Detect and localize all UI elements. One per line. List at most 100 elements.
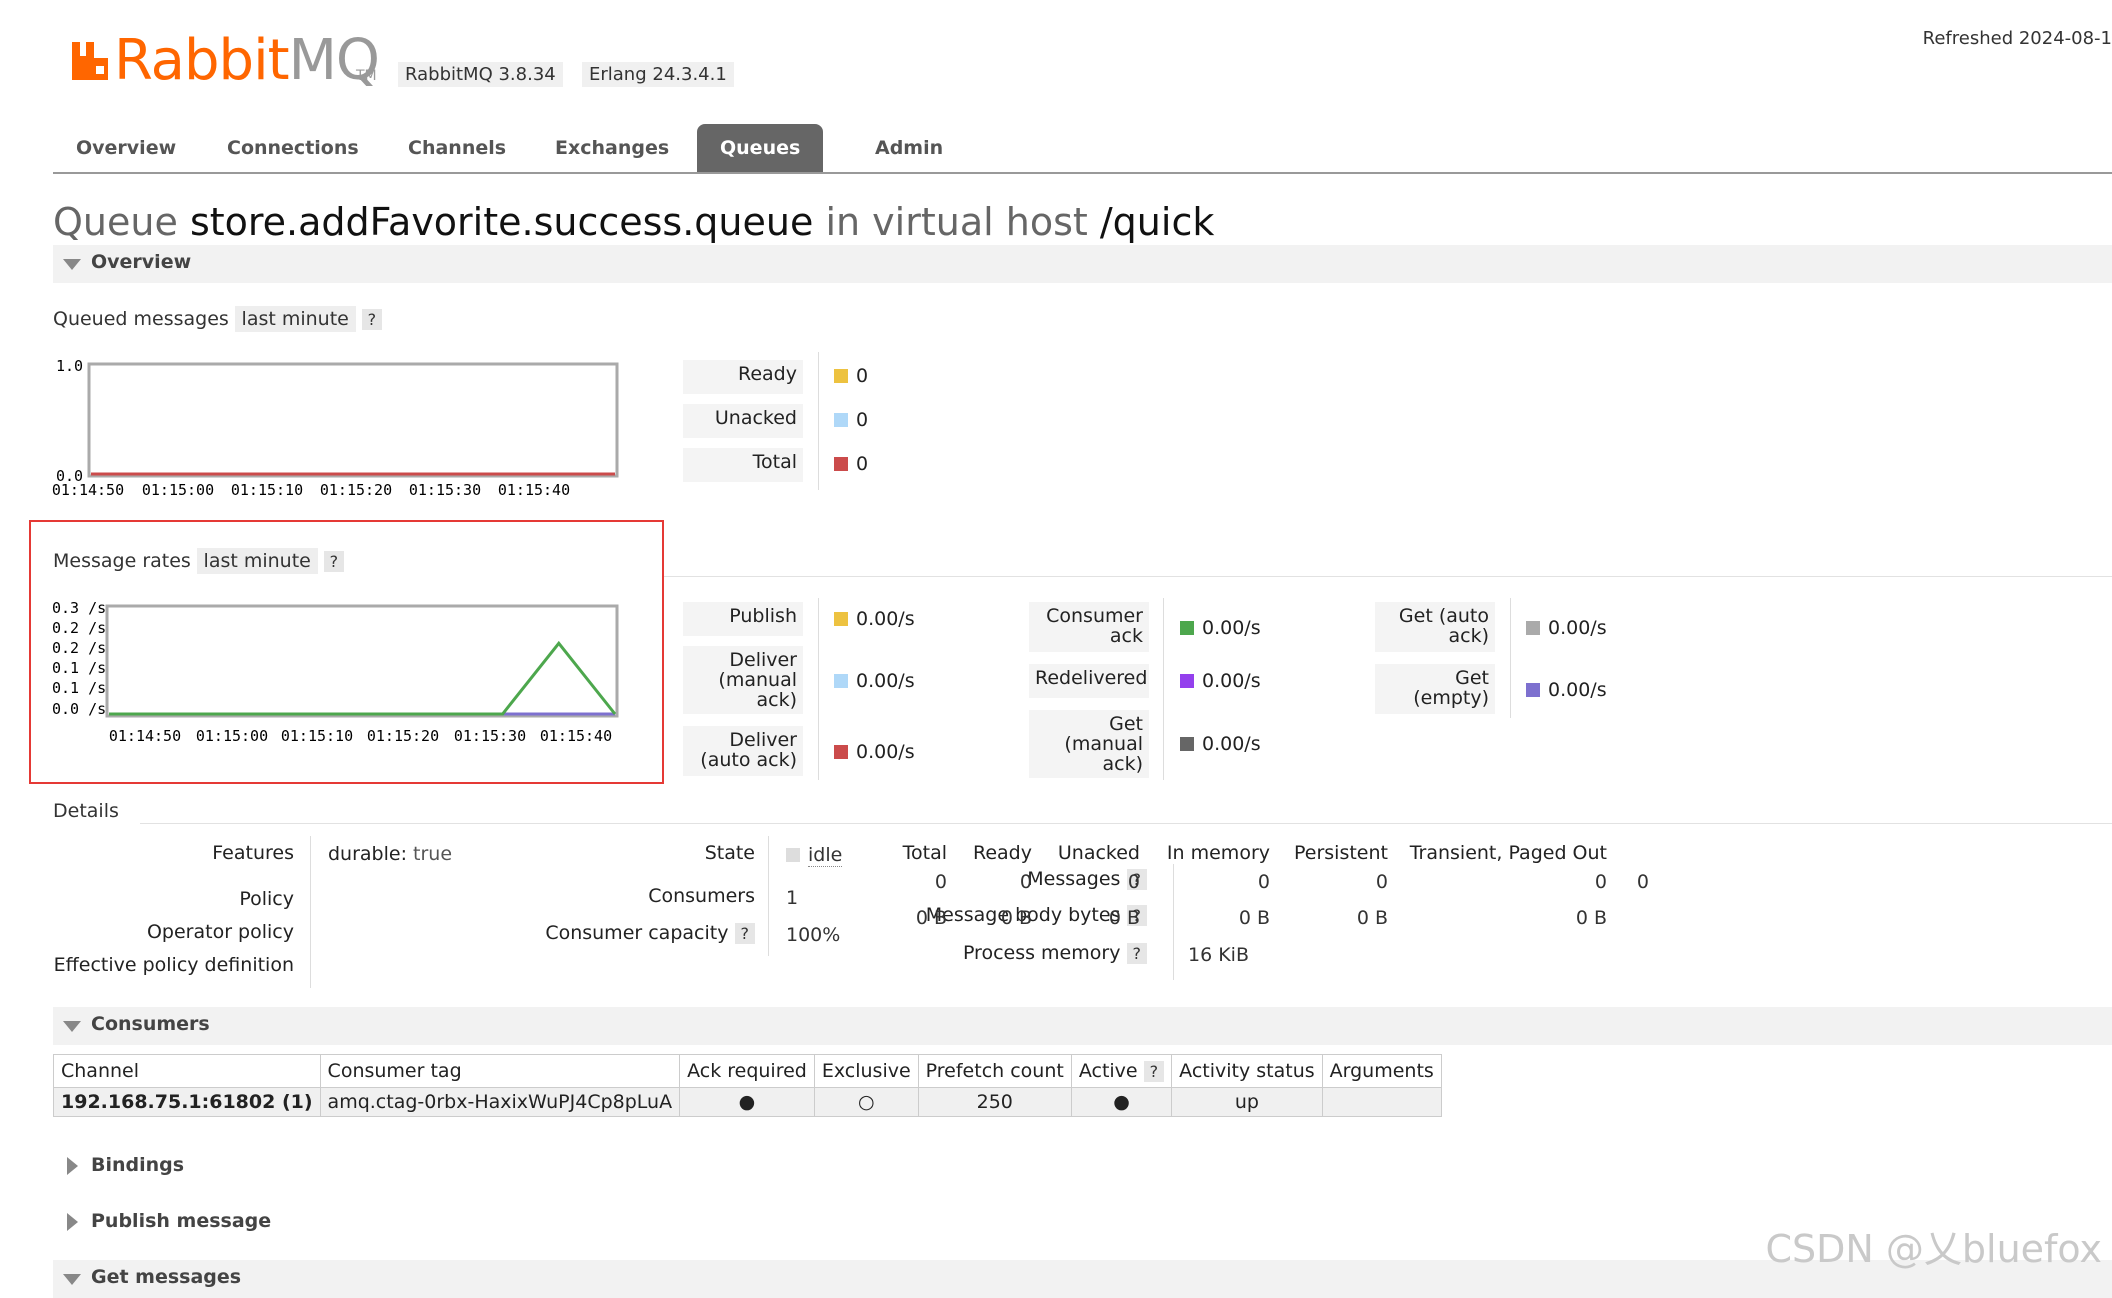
header-consumer-tag: Consumer tag — [319, 1054, 681, 1088]
overview-section-toggle[interactable]: Overview — [53, 245, 2112, 283]
overview-section-label: Overview — [91, 251, 192, 273]
messages-unacked: 0 — [1127, 871, 1140, 893]
divider — [664, 576, 2112, 577]
legend-deliver-auto-value: 0.00/s — [834, 741, 915, 763]
legend-publish-value: 0.00/s — [834, 608, 915, 630]
legend-deliver-auto-label: Deliver (auto ack) — [683, 726, 803, 776]
messages-label: Messages — [1027, 868, 1121, 890]
watermark: CSDN @乂bluefox — [1765, 1227, 2102, 1271]
get-manual-value: 0.00/s — [1202, 733, 1261, 755]
deliver-auto-value: 0.00/s — [856, 741, 915, 763]
legend-get-manual-label: Get (manual ack) — [1029, 710, 1149, 778]
title-prefix: Queue — [53, 200, 178, 244]
col-unacked: Unacked — [1057, 842, 1140, 864]
active-icon: ● — [1070, 1087, 1173, 1117]
details-separator-2 — [768, 836, 769, 956]
legend-redelivered-label: Redelivered — [1029, 664, 1149, 698]
publish-message-section-label: Publish message — [91, 1210, 272, 1232]
triangle-down-icon — [63, 1274, 81, 1285]
queued-xaxis: 01:14:50 01:15:00 01:15:10 01:15:20 01:15:30… — [52, 481, 570, 499]
consumer-channel-link[interactable]: 192.168.75.1:61802 (1) — [53, 1087, 321, 1117]
idle-status-swatch — [786, 848, 800, 862]
ack-required-icon: ● — [679, 1087, 815, 1117]
bindings-section-label: Bindings — [91, 1154, 185, 1176]
active-help-button[interactable]: ? — [1143, 1061, 1165, 1082]
consumer-capacity-value: 100% — [786, 924, 841, 946]
title-mid: in virtual host — [825, 200, 1088, 244]
queued-xtick-label: 01:15:20 — [320, 481, 392, 499]
queued-range-selector[interactable]: last minute — [234, 306, 356, 332]
rates-legend-separator-2 — [1163, 598, 1164, 780]
legend-redelivered-value: 0.00/s — [1180, 670, 1261, 692]
tab-connections[interactable]: Connections — [204, 124, 382, 172]
consumers-section-toggle[interactable]: Consumers — [53, 1007, 2112, 1045]
header-exclusive: Exclusive — [813, 1054, 919, 1088]
get-auto-color-swatch — [1526, 621, 1540, 635]
col-transient-paged-out: Transient, Paged Out — [1409, 842, 1607, 864]
messages-transient: 0 — [1594, 871, 1607, 893]
queued-messages-chart: 1.0 0.0 01:14:50 01:15:00 01:15:10 01:15:20… — [52, 357, 619, 499]
legend-get-empty-label: Get (empty) — [1375, 664, 1495, 714]
consumers-header-row: Channel Consumer tag Ack required Exclus… — [53, 1054, 1442, 1088]
tab-exchanges[interactable]: Exchanges — [532, 124, 692, 172]
messages-persistent: 0 — [1375, 871, 1388, 893]
activity-status: up — [1171, 1087, 1323, 1117]
rates-legend-separator-3 — [1510, 598, 1511, 718]
consumers-label: Consumers — [648, 885, 755, 907]
consumer-capacity-row: Consumer capacity ? — [545, 922, 755, 944]
header-active-text: Active — [1078, 1060, 1138, 1082]
legend-unacked-label: Unacked — [683, 404, 803, 438]
queued-xtick-label: 01:15:00 — [142, 481, 214, 499]
capacity-help-button[interactable]: ? — [734, 923, 755, 944]
ready-color-swatch — [834, 369, 848, 383]
legend-consumer-ack-value: 0.00/s — [1180, 617, 1261, 639]
consumer-ack-color-swatch — [1180, 621, 1194, 635]
tab-overview[interactable]: Overview — [53, 124, 199, 172]
queued-help-button[interactable]: ? — [361, 309, 383, 330]
features-label: Features — [212, 842, 294, 864]
process-memory-help-button[interactable]: ? — [1126, 943, 1147, 964]
col-total: Total — [902, 842, 947, 864]
state-value: idle — [786, 844, 843, 867]
tab-channels[interactable]: Channels — [385, 124, 529, 172]
process-memory-value: 16 KiB — [1188, 944, 1249, 966]
arguments — [1321, 1087, 1442, 1117]
state-label: State — [704, 842, 755, 864]
triangle-right-icon — [67, 1157, 78, 1175]
rabbit-logo-icon — [72, 42, 108, 80]
publish-value: 0.00/s — [856, 608, 915, 630]
total-color-swatch — [834, 457, 848, 471]
features-key: durable: — [328, 843, 407, 865]
unacked-color-swatch — [834, 413, 848, 427]
logo-text-rabbit: Rabbit — [114, 28, 290, 93]
get-empty-value: 0.00/s — [1548, 679, 1607, 701]
header-arguments: Arguments — [1321, 1054, 1442, 1088]
bindings-section-toggle[interactable]: Bindings — [53, 1148, 2112, 1186]
triangle-right-icon — [67, 1213, 78, 1231]
legend-deliver-manual-label: Deliver (manual ack) — [683, 646, 803, 714]
tab-queues[interactable]: Queues — [697, 124, 824, 172]
prefetch-count: 250 — [917, 1087, 1072, 1117]
exclusive-icon: ○ — [813, 1087, 919, 1117]
get-empty-color-swatch — [1526, 683, 1540, 697]
deliver-manual-color-swatch — [834, 674, 848, 688]
queued-xtick-label: 01:15:10 — [231, 481, 303, 499]
effective-policy-label: Effective policy definition — [53, 954, 294, 976]
refreshed-timestamp[interactable]: Refreshed 2024-08-1 — [1923, 28, 2112, 49]
tab-admin[interactable]: Admin — [852, 124, 966, 172]
legend-get-empty-value: 0.00/s — [1526, 679, 1607, 701]
body-unacked: 0 B — [1108, 907, 1140, 929]
consumers-section-label: Consumers — [91, 1013, 210, 1035]
body-ready: 0 B — [1000, 907, 1032, 929]
consumer-capacity-label: Consumer capacity — [545, 922, 729, 944]
queued-ytick-top: 1.0 — [56, 357, 83, 375]
body-transient: 0 B — [1575, 907, 1607, 929]
legend-get-manual-value: 0.00/s — [1180, 733, 1261, 755]
deliver-auto-color-swatch — [834, 745, 848, 759]
publish-color-swatch — [834, 612, 848, 626]
queued-xtick-label: 01:15:40 — [498, 481, 570, 499]
details-label: Details — [53, 800, 119, 822]
col-persistent: Persistent — [1294, 842, 1388, 864]
ready-value: 0 — [856, 365, 869, 387]
get-manual-color-swatch — [1180, 737, 1194, 751]
